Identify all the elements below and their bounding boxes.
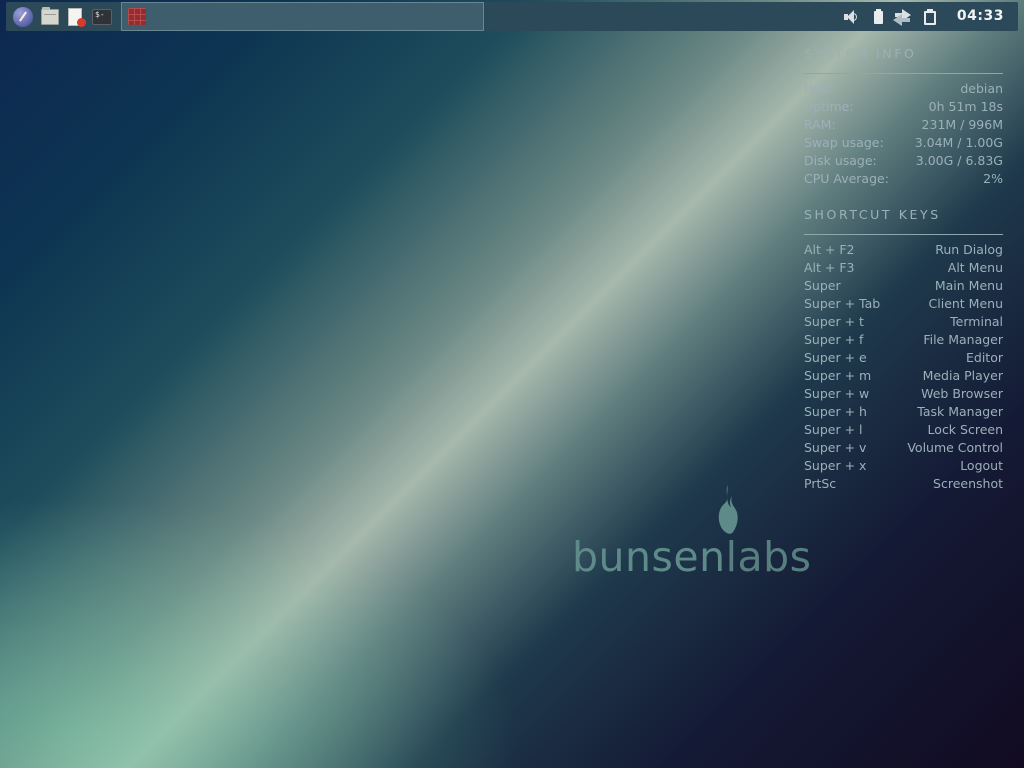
editor-badge-icon (77, 18, 86, 27)
shortcut-row-key: Super + m (804, 368, 872, 383)
bunsen-menu-icon (13, 7, 33, 27)
logo-wordmark: bunsenlabs (572, 534, 811, 580)
system-info-heading: SYSTEM INFO (804, 46, 917, 61)
shortcut-row: Alt + F3 Alt Menu (804, 259, 1003, 277)
system-info-row-value: 2% (983, 171, 1003, 186)
system-info-row-key: Swap usage: (804, 135, 884, 150)
shortcut-row-key: Super + Tab (804, 296, 881, 311)
divider (804, 234, 1003, 235)
file-manager-launcher-button[interactable] (39, 6, 61, 28)
shortcut-row: Alt + F2 Run Dialog (804, 241, 1003, 259)
system-info-row-key: Uptime: (804, 99, 854, 114)
shortcut-row-key: Alt + F3 (804, 260, 855, 275)
shortcut-row-value: Run Dialog (935, 242, 1003, 257)
flame-icon (718, 485, 738, 534)
taskbar-window-button[interactable] (121, 2, 484, 31)
shortcut-row-value: Main Menu (934, 278, 1003, 293)
shortcut-row-key: Super + x (804, 458, 867, 473)
shortcut-row: Super + l Lock Screen (804, 421, 1003, 439)
shortcut-row: Super Main Menu (804, 277, 1003, 295)
shortcut-row-value: File Manager (923, 332, 1003, 347)
system-tray: 04:33 (842, 2, 1012, 31)
shortcut-row-value: Client Menu (928, 296, 1003, 311)
system-info-row: Swap usage: 3.04M / 1.00G (804, 134, 1003, 152)
system-info-row: CPU Average: 2% (804, 170, 1003, 188)
terminal-icon: $- (92, 9, 112, 25)
shortcut-row: Super + m Media Player (804, 367, 1003, 385)
system-info-row: Disk usage: 3.00G / 6.83G (804, 152, 1003, 170)
system-info-row-key: Disk usage: (804, 153, 877, 168)
terminal-launcher-button[interactable]: $- (91, 6, 113, 28)
system-info-row-key: RAM: (804, 117, 836, 132)
system-info-row: Host: debian (804, 80, 1003, 98)
shortcut-row-value: Logout (960, 458, 1003, 473)
shortcut-row: Super + h Task Manager (804, 403, 1003, 421)
shortcut-row: Super + f File Manager (804, 331, 1003, 349)
network-icon[interactable] (893, 9, 911, 26)
system-info-row-key: CPU Average: (804, 171, 889, 186)
shortcut-row: PrtSc Screenshot (804, 475, 1003, 493)
shortcut-row-key: PrtSc (804, 476, 837, 491)
system-info-row-value: 3.00G / 6.83G (915, 153, 1003, 168)
shortcut-row: Super + Tab Client Menu (804, 295, 1003, 313)
divider (804, 73, 1003, 74)
shortcut-row-value: Volume Control (907, 440, 1003, 455)
bunsenlabs-logo: bunsenlabs (572, 484, 811, 584)
system-info-row: RAM: 231M / 996M (804, 116, 1003, 134)
system-info-row-key: Host: (804, 81, 837, 96)
volume-icon[interactable] (842, 9, 858, 25)
shortcut-row-value: Alt Menu (947, 260, 1003, 275)
shortcut-row-value: Task Manager (917, 404, 1003, 419)
shortcut-row-key: Super + w (804, 386, 870, 401)
shortcut-row-key: Super + l (804, 422, 863, 437)
shortcut-row-key: Super (804, 278, 841, 293)
shortcut-keys-list: Alt + F2 Run Dialog Alt + F3 Alt Menu Super M… (804, 241, 1003, 493)
taskbar: $- 04:33 (6, 2, 1018, 31)
conky-panel: SYSTEM INFO Host: debian Uptime: 0h 51m 18s… (804, 44, 1003, 493)
app-window-icon (128, 8, 146, 25)
shortcut-row-key: Super + v (804, 440, 867, 455)
shortcut-keys-heading: SHORTCUT KEYS (804, 207, 941, 222)
shortcut-row-key: Super + h (804, 404, 867, 419)
logo-text-bunsen: bunsen (572, 533, 726, 581)
shortcut-row: Super + v Volume Control (804, 439, 1003, 457)
shortcut-row: Super + x Logout (804, 457, 1003, 475)
text-editor-launcher-button[interactable] (65, 6, 87, 28)
system-info-row-value: 3.04M / 1.00G (914, 135, 1003, 150)
shortcut-row-key: Super + t (804, 314, 864, 329)
shortcut-row: Super + w Web Browser (804, 385, 1003, 403)
shortcut-row-key: Super + f (804, 332, 864, 347)
shortcut-row-value: Screenshot (933, 476, 1003, 491)
shortcut-row-value: Web Browser (921, 386, 1003, 401)
clock[interactable]: 04:33 (957, 8, 1004, 24)
battery-icon[interactable] (870, 9, 886, 25)
shortcut-row-key: Alt + F2 (804, 242, 855, 257)
system-info-row: Uptime: 0h 51m 18s (804, 98, 1003, 116)
shortcut-row: Super + e Editor (804, 349, 1003, 367)
system-info-list: Host: debian Uptime: 0h 51m 18s RAM: 231M / 9… (804, 80, 1003, 188)
shortcut-row: Super + t Terminal (804, 313, 1003, 331)
clipboard-icon[interactable] (922, 9, 938, 25)
system-info-row-value: 231M / 996M (921, 117, 1003, 132)
menu-launcher-button[interactable] (12, 6, 34, 28)
shortcut-row-value: Editor (966, 350, 1003, 365)
system-info-row-value: 0h 51m 18s (928, 99, 1003, 114)
shortcut-row-value: Media Player (922, 368, 1003, 383)
logo-text-labs: labs (725, 533, 812, 581)
desktop[interactable]: $- 04:33 SYSTEM INFO Host: debian Uptime: (0, 0, 1024, 768)
system-info-row-value: debian (960, 81, 1003, 96)
shortcut-row-value: Lock Screen (927, 422, 1003, 437)
folder-icon (41, 7, 59, 25)
shortcut-row-key: Super + e (804, 350, 867, 365)
shortcut-row-value: Terminal (950, 314, 1003, 329)
